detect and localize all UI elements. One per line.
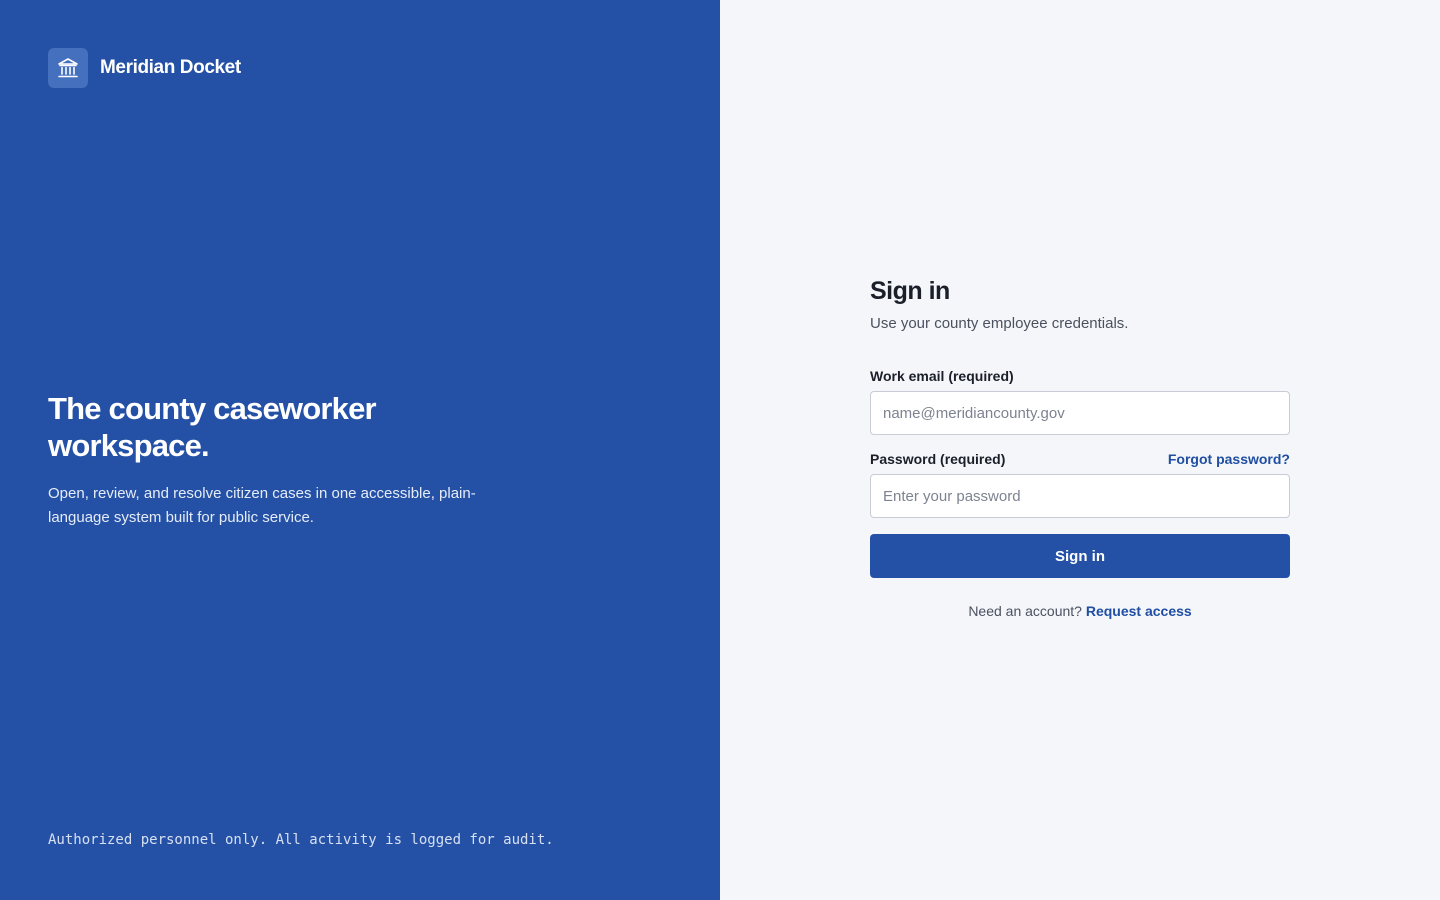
- account-prompt: Need an account?: [968, 603, 1082, 619]
- brand-header: Meridian Docket: [48, 48, 241, 88]
- hero-description: Open, review, and resolve citizen cases …: [48, 485, 476, 526]
- password-label-row: Password (required) Forgot password?: [870, 451, 1290, 467]
- signin-panel: Sign in Use your county employee credent…: [720, 0, 1440, 900]
- email-field[interactable]: [870, 391, 1290, 435]
- request-access-link[interactable]: Request access: [1086, 603, 1192, 619]
- brand-name: Meridian Docket: [100, 57, 241, 78]
- request-access-row: Need an account? Request access: [870, 603, 1290, 619]
- hero: The county caseworker workspace. Open, r…: [48, 390, 488, 530]
- signin-form: Sign in Use your county employee credent…: [870, 275, 1290, 619]
- hero-title: The county caseworker workspace.: [48, 391, 377, 463]
- signin-title: Sign in: [870, 277, 950, 305]
- password-field[interactable]: [870, 474, 1290, 518]
- audit-notice: Authorized personnel only. All activity …: [48, 832, 554, 848]
- email-label: Work email (required): [870, 368, 1014, 384]
- sign-in-button[interactable]: Sign in: [870, 534, 1290, 578]
- courthouse-icon: [48, 48, 88, 88]
- signin-subtitle: Use your county employee credentials.: [870, 315, 1129, 332]
- brand-panel: Meridian Docket The county caseworker wo…: [0, 0, 720, 900]
- password-label: Password (required): [870, 451, 1006, 467]
- forgot-password-link[interactable]: Forgot password?: [1168, 451, 1290, 467]
